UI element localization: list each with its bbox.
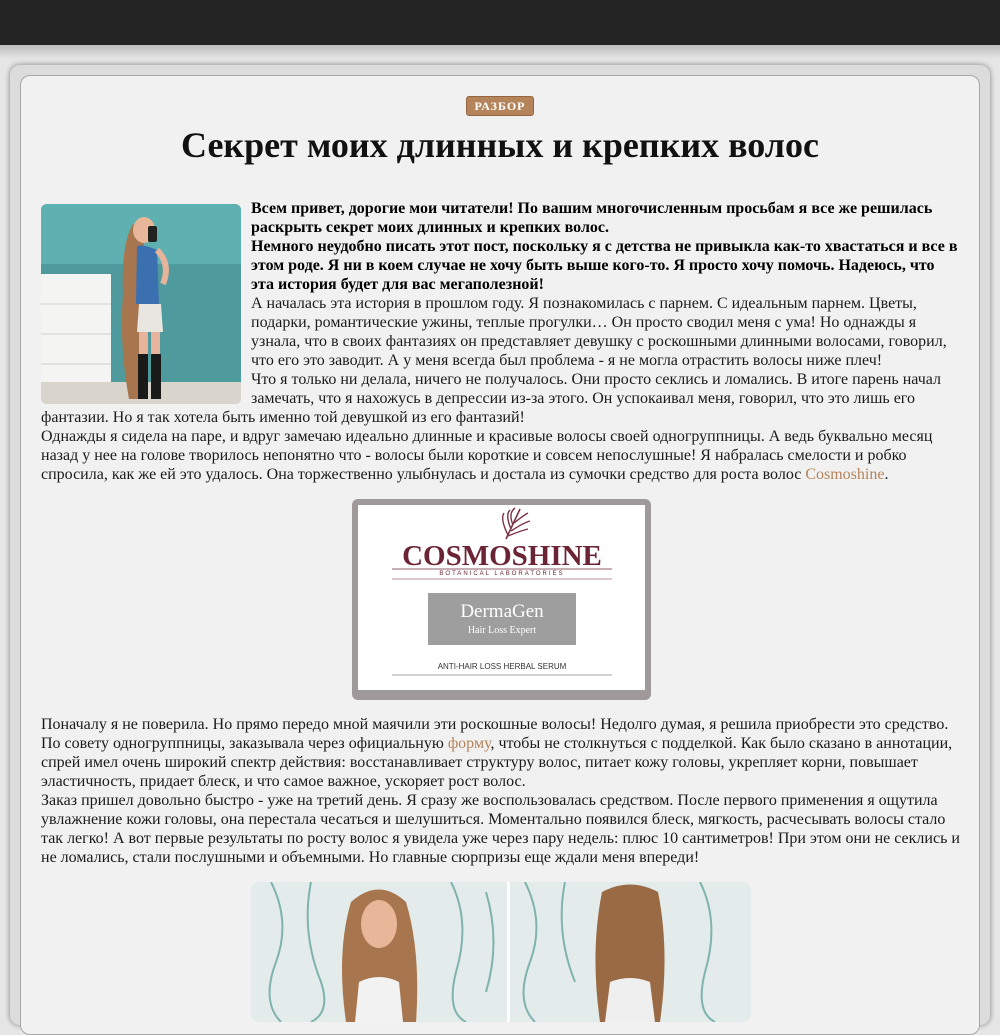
category-badge[interactable]: РАЗБОР: [466, 96, 534, 116]
front-view-photo: [251, 882, 507, 1022]
product-label: COSMOSHINE BOTANICAL LABORATORIES DermaG…: [357, 505, 645, 690]
intro-bold-2: Немного неудобно писать этот пост, поско…: [251, 238, 958, 293]
product-brand: COSMOSHINE: [402, 540, 602, 572]
cosmoshine-link[interactable]: Cosmoshine: [805, 466, 884, 483]
article-body: Всем привет, дорогие мои читатели! По ва…: [41, 199, 961, 1022]
topbar-shadow: [0, 45, 1000, 59]
intro-bold-1: Всем привет, дорогие мои читатели! По ва…: [251, 200, 933, 236]
product-image[interactable]: COSMOSHINE BOTANICAL LABORATORIES DermaG…: [351, 499, 651, 700]
paragraph-3-text: Однажды я сидела на паре, и вдруг замеча…: [41, 428, 933, 483]
paragraph-4: Поначалу я не поверила. Но прямо передо …: [41, 715, 961, 791]
order-form-link[interactable]: форму: [448, 735, 491, 752]
paragraph-3-end: .: [884, 466, 889, 483]
product-brand-sub: BOTANICAL LABORATORIES: [439, 571, 564, 577]
paragraph-3: Однажды я сидела на паре, и вдруг замеча…: [41, 427, 961, 484]
product-line-2: Hair Loss Expert: [467, 625, 536, 636]
top-navigation-bar: [0, 0, 1000, 46]
paragraph-5: Заказ пришел довольно быстро - уже на тр…: [41, 792, 960, 866]
back-view-photo: [510, 882, 751, 1022]
product-line-1: DermaGen: [460, 601, 544, 622]
article-title: Секрет моих длинных и крепких волос: [181, 125, 819, 165]
palm-leaf-logo-icon: [501, 507, 530, 540]
product-caption: ANTI-HAIR LOSS HERBAL SERUM: [437, 662, 566, 671]
girl-long-hair-photo: [41, 204, 241, 404]
before-after-photos: [251, 882, 751, 1022]
